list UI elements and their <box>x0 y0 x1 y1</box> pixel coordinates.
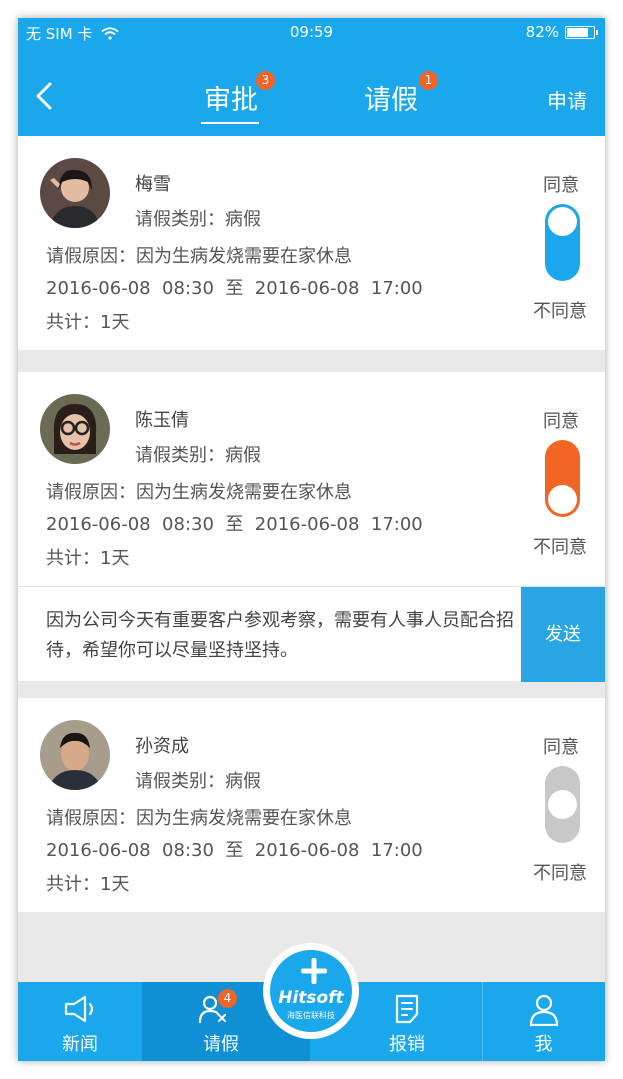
reply-row: 因为公司今天有重要客户参观考察，需要有人事人员配合招待，希望你可以尽量坚持坚持。… <box>18 586 605 682</box>
battery-icon <box>565 25 598 39</box>
avatar <box>40 158 110 228</box>
tab-leave[interactable]: 请假 <box>364 78 418 117</box>
battery-status: 82% <box>526 23 598 41</box>
apply-button[interactable]: 申请 <box>547 85 587 114</box>
approval-toggle[interactable] <box>545 204 580 281</box>
status-bar: 无 SIM 卡 09:59 82% <box>18 18 605 48</box>
leave-reason: 请假原因：因为生病发烧需要在家休息 <box>46 246 352 267</box>
tab-approve[interactable]: 审批 <box>204 78 258 117</box>
leave-period: 2016-06-08 08:30 至 2016-06-08 17:00 <box>46 514 423 535</box>
nav-label: 新闻 <box>62 1034 98 1055</box>
fab-circle: Hitsoft 海医信联科技 <box>267 947 355 1035</box>
battery-fill <box>567 27 588 37</box>
leave-nav-badge: 4 <box>218 989 237 1008</box>
header-bar: 无 SIM 卡 09:59 82% 审批 3 请假 1 申请 <box>18 18 605 136</box>
plus-icon <box>301 958 327 984</box>
requester-name: 孙资成 <box>135 736 189 757</box>
requester-name: 陈玉倩 <box>135 410 189 431</box>
person-icon <box>529 994 558 1026</box>
leave-type: 请假类别：病假 <box>135 445 261 466</box>
document-edit-icon <box>395 994 419 1024</box>
leave-request-card: 陈玉倩 请假类别：病假 请假原因：因为生病发烧需要在家休息 2016-06-08… <box>18 372 605 586</box>
leave-request-card: 孙资成 请假类别：病假 请假原因：因为生病发烧需要在家休息 2016-06-08… <box>18 698 605 912</box>
leave-reason: 请假原因：因为生病发烧需要在家休息 <box>46 482 352 503</box>
agree-label: 同意 <box>543 737 579 758</box>
avatar <box>40 720 110 790</box>
brand-subtitle: 海医信联科技 <box>287 1011 335 1020</box>
tab-approve-label: 审批 <box>204 85 258 116</box>
reply-message-input[interactable]: 因为公司今天有重要客户参观考察，需要有人事人员配合招待，希望你可以尽量坚持坚持。 <box>46 606 516 666</box>
leave-type: 请假类别：病假 <box>135 209 261 230</box>
avatar <box>40 394 110 464</box>
nav-label: 报销 <box>389 1034 425 1055</box>
leave-total: 共计：1天 <box>46 548 130 569</box>
chevron-left-icon <box>36 82 52 110</box>
tab-leave-label: 请假 <box>364 85 418 116</box>
disagree-label: 不同意 <box>533 537 587 558</box>
active-tab-indicator <box>201 122 259 124</box>
leave-total: 共计：1天 <box>46 312 130 333</box>
agree-label: 同意 <box>543 175 579 196</box>
nav-label: 请假 <box>203 1034 239 1055</box>
approve-count-badge: 3 <box>256 71 275 90</box>
leave-period: 2016-06-08 08:30 至 2016-06-08 17:00 <box>46 278 423 299</box>
leave-count-badge: 1 <box>419 71 438 90</box>
clock: 09:59 <box>289 23 334 41</box>
disagree-label: 不同意 <box>533 301 587 322</box>
requester-name: 梅雪 <box>135 174 171 195</box>
toggle-knob <box>548 207 577 236</box>
nav-item-news[interactable]: 新闻 <box>18 982 142 1061</box>
toggle-knob <box>548 790 577 819</box>
megaphone-icon <box>64 995 94 1023</box>
add-fab-button[interactable]: Hitsoft 海医信联科技 <box>263 943 359 1039</box>
back-button[interactable] <box>30 78 58 114</box>
nav-item-me[interactable]: 我 <box>482 982 605 1061</box>
approval-toggle[interactable] <box>545 440 580 517</box>
send-button[interactable]: 发送 <box>521 587 605 682</box>
leave-total: 共计：1天 <box>46 874 130 895</box>
toggle-knob <box>548 485 577 514</box>
agree-label: 同意 <box>543 411 579 432</box>
leave-request-card: 梅雪 请假类别：病假 请假原因：因为生病发烧需要在家休息 2016-06-08 … <box>18 136 605 350</box>
brand-logo: Hitsoft <box>278 988 344 1008</box>
nav-label: 我 <box>534 1034 553 1055</box>
phone-screen: 无 SIM 卡 09:59 82% 审批 3 请假 1 申请 梅雪 请假类别：病… <box>18 18 605 1061</box>
leave-period: 2016-06-08 08:30 至 2016-06-08 17:00 <box>46 840 423 861</box>
leave-type: 请假类别：病假 <box>135 771 261 792</box>
leave-reason: 请假原因：因为生病发烧需要在家休息 <box>46 808 352 829</box>
disagree-label: 不同意 <box>533 863 587 884</box>
approval-toggle[interactable] <box>545 766 580 843</box>
